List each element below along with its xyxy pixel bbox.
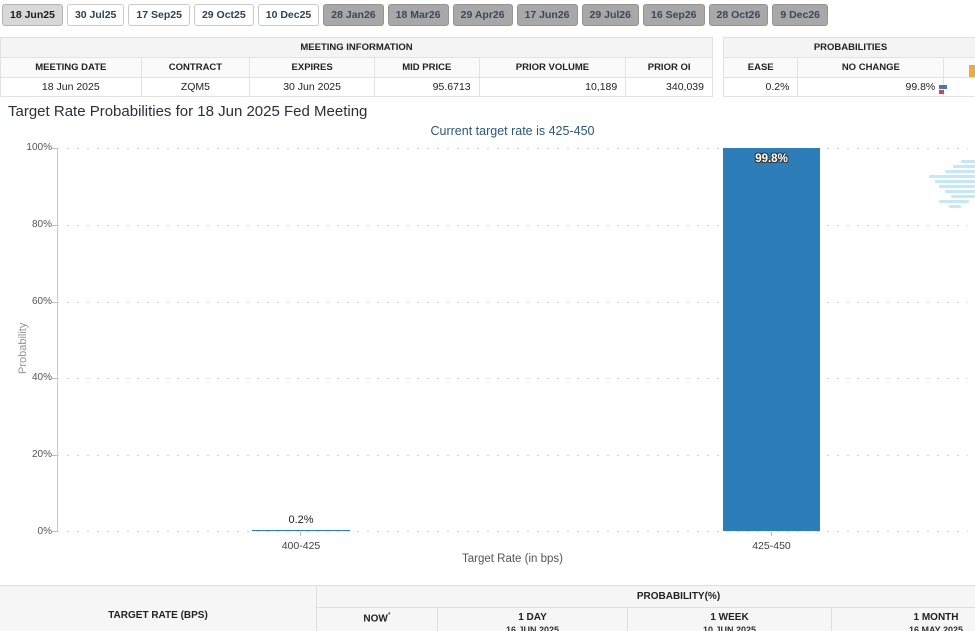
cme-logo-watermark xyxy=(923,160,975,208)
one-day-label: 1 DAY xyxy=(518,612,547,623)
tab-18-jun25[interactable]: 18 Jun25 xyxy=(2,4,63,26)
one-week-date: 10 JUN 2025 xyxy=(628,625,831,631)
ease-value: 0.2% xyxy=(724,78,798,96)
col-mid-price: MID PRICE xyxy=(375,58,480,78)
meeting-information-header: MEETING INFORMATION xyxy=(1,38,712,58)
tab-28-oct26[interactable]: 28 Oct26 xyxy=(709,4,769,26)
col-contract: CONTRACT xyxy=(142,58,251,78)
col-1-day: 1 DAY 16 JUN 2025 xyxy=(438,608,628,631)
bar-value-label: 0.2% xyxy=(252,514,350,526)
target-rate-bps-header: TARGET RATE (BPS) xyxy=(0,586,317,631)
col-expires: EXPIRES xyxy=(250,58,375,78)
expires-value: 30 Jun 2025 xyxy=(250,78,375,96)
one-month-label: 1 MONTH xyxy=(914,612,959,623)
prior-oi-value: 340,039 xyxy=(626,78,712,96)
tiny-chart-icon-sliver xyxy=(939,85,947,94)
y-tick-60: 60% xyxy=(14,296,52,307)
col-prior-volume: PRIOR VOLUME xyxy=(480,58,627,78)
y-axis-line xyxy=(57,148,58,532)
tab-18-mar26[interactable]: 18 Mar26 xyxy=(388,4,449,26)
tab-17-sep25[interactable]: 17 Sep25 xyxy=(128,4,190,26)
col-ease: EASE xyxy=(724,58,798,78)
tab-29-jul26[interactable]: 29 Jul26 xyxy=(582,4,639,26)
x-tick-425-450: 425-450 xyxy=(723,540,820,552)
meeting-information-row: 18 Jun 2025 ZQM5 30 Jun 2025 95.6713 10,… xyxy=(1,78,712,96)
clipped-column-value xyxy=(944,78,975,96)
probability-pct-header: PROBABILITY(%) xyxy=(317,586,975,608)
probabilities-header: PROBABILITIES xyxy=(724,38,975,58)
meeting-date-value: 18 Jun 2025 xyxy=(1,78,142,96)
tab-30-jul25[interactable]: 30 Jul25 xyxy=(67,4,124,26)
tab-9-dec26[interactable]: 9 Dec26 xyxy=(772,4,828,26)
prior-volume-value: 10,189 xyxy=(480,78,627,96)
mid-price-value: 95.6713 xyxy=(375,78,480,96)
bar-column-400-425: 0.2% xyxy=(252,148,350,532)
col-now: NOW* xyxy=(317,608,438,631)
chart-subtitle: Current target rate is 425-450 xyxy=(57,124,968,138)
one-week-label: 1 WEEK xyxy=(710,612,748,623)
bar-value-label: 99.8% xyxy=(723,153,820,165)
tab-16-sep26[interactable]: 16 Sep26 xyxy=(643,4,705,26)
probabilities-summary-table: PROBABILITIES EASE NO CHANGE 0.2% 99.8% xyxy=(723,37,975,97)
col-1-week: 1 WEEK 10 JUN 2025 xyxy=(628,608,832,631)
one-day-date: 16 JUN 2025 xyxy=(438,625,627,631)
fedwatch-tool: 18 Jun25 30 Jul25 17 Sep25 29 Oct25 10 D… xyxy=(0,0,975,631)
col-meeting-date: MEETING DATE xyxy=(1,58,142,78)
probability-bar-chart: Probability 0.2% 99.8% 400-425 425-450 T… xyxy=(57,148,968,532)
y-tick-20: 20% xyxy=(14,449,52,460)
x-axis-title: Target Rate (in bps) xyxy=(57,553,968,565)
meeting-tabbar: 18 Jun25 30 Jul25 17 Sep25 29 Oct25 10 D… xyxy=(2,4,828,26)
tab-10-dec25[interactable]: 10 Dec25 xyxy=(258,4,320,26)
contract-value: ZQM5 xyxy=(142,78,251,96)
y-tick-80: 80% xyxy=(14,219,52,230)
col-1-month: 1 MONTH 16 MAY 2025 xyxy=(832,608,975,631)
x-tickmark xyxy=(771,532,772,536)
y-axis-title: Probability xyxy=(17,323,29,374)
tab-29-apr26[interactable]: 29 Apr26 xyxy=(453,4,513,26)
x-tickmark xyxy=(300,532,301,536)
y-tick-0: 0% xyxy=(14,526,52,537)
now-footnote-marker: * xyxy=(388,612,391,619)
now-label: NOW xyxy=(363,613,387,624)
bar-425-450 xyxy=(723,148,820,531)
clipped-header-content xyxy=(969,65,975,77)
x-tick-400-425: 400-425 xyxy=(252,540,350,552)
meeting-information-table: MEETING INFORMATION MEETING DATE CONTRAC… xyxy=(0,37,713,97)
probability-history-table: TARGET RATE (BPS) PROBABILITY(%) NOW* 1 … xyxy=(0,585,975,631)
tab-29-oct25[interactable]: 29 Oct25 xyxy=(194,4,254,26)
tab-28-jan26[interactable]: 28 Jan26 xyxy=(323,4,383,26)
col-no-change: NO CHANGE xyxy=(798,58,944,78)
one-month-date: 16 MAY 2025 xyxy=(832,625,975,631)
bar-column-425-450: 99.8% xyxy=(723,148,820,532)
col-prior-oi: PRIOR OI xyxy=(626,58,712,78)
y-tick-100: 100% xyxy=(14,142,52,153)
no-change-value: 99.8% xyxy=(798,78,944,96)
tab-17-jun26[interactable]: 17 Jun26 xyxy=(517,4,578,26)
page-title: Target Rate Probabilities for 18 Jun 202… xyxy=(8,103,367,120)
bar-400-425 xyxy=(252,530,350,531)
